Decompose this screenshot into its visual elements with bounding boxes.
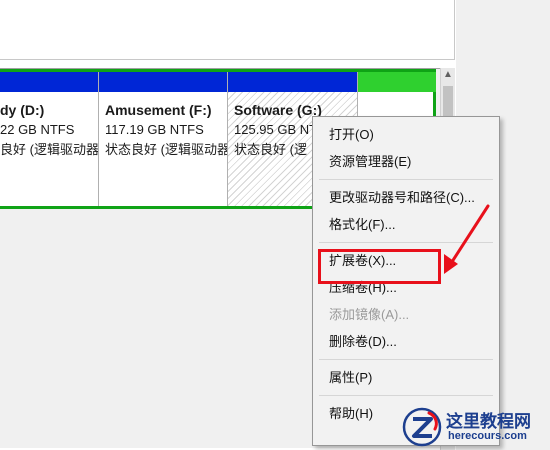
- partition-size: 117.19 GB NTFS: [105, 122, 204, 137]
- partition-f[interactable]: Amusement (F:) 117.19 GB NTFS 状态良好 (逻辑驱动…: [99, 72, 228, 206]
- partition-type-bar: [99, 72, 227, 92]
- partition-status: 状态良好 (逻辑驱动器): [105, 142, 227, 157]
- menu-item-open[interactable]: 打开(O): [313, 121, 499, 148]
- partition-size: 22 GB NTFS: [0, 122, 75, 137]
- menu-item-delete-volume[interactable]: 删除卷(D)...: [313, 328, 499, 355]
- menu-separator: [319, 395, 493, 396]
- menu-item-explorer[interactable]: 资源管理器(E): [313, 148, 499, 175]
- partition-d[interactable]: dy (D:) 22 GB NTFS 良好 (逻辑驱动器): [0, 72, 99, 206]
- menu-separator: [319, 359, 493, 360]
- partition-type-bar: [358, 72, 436, 92]
- menu-item-add-mirror: 添加镜像(A)...: [329, 307, 410, 322]
- scroll-up-arrow-icon[interactable]: ▲: [441, 68, 455, 82]
- volume-list-area: [0, 0, 455, 60]
- extend-volume-highlight-box: [318, 249, 441, 284]
- watermark: 这里教程网 herecours.com: [402, 405, 548, 449]
- partition-type-bar: [228, 72, 357, 92]
- watermark-title: 这里教程网: [446, 412, 531, 432]
- annotation-arrow-icon: [444, 204, 490, 274]
- partition-type-bar: [0, 72, 98, 92]
- watermark-url: herecours.com: [448, 430, 527, 442]
- menu-separator: [319, 179, 493, 180]
- partition-name: dy (D:): [0, 102, 45, 118]
- watermark-logo-icon: [402, 407, 442, 447]
- partition-name: Amusement (F:): [105, 102, 212, 118]
- partition-status: 良好 (逻辑驱动器): [0, 142, 98, 157]
- menu-item-properties[interactable]: 属性(P): [313, 364, 499, 391]
